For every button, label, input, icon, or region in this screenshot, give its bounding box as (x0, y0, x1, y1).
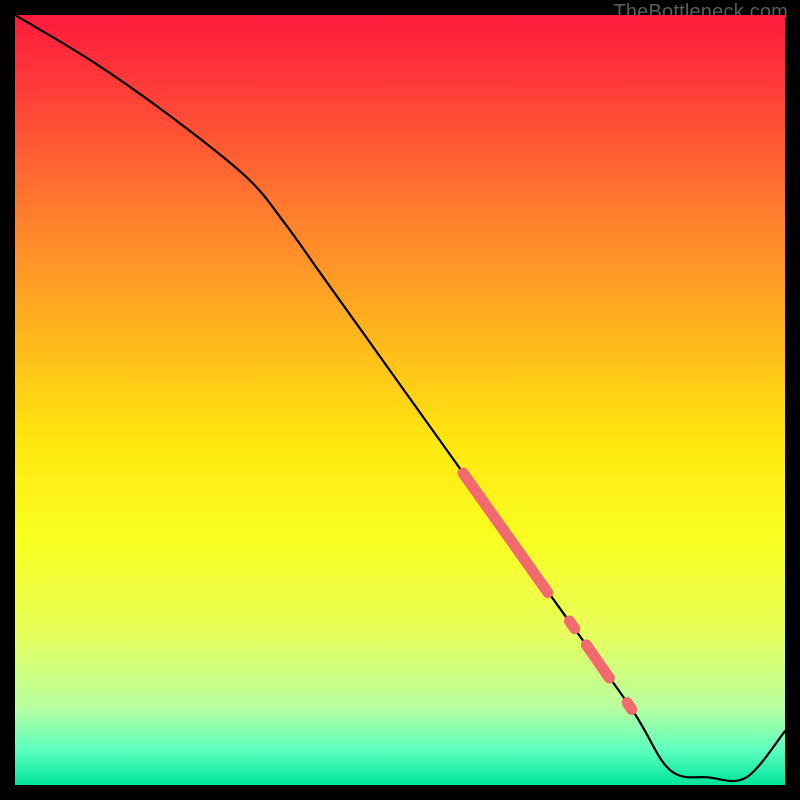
chart-frame: TheBottleneck.com (0, 0, 800, 800)
plot-area (15, 15, 785, 785)
highlight-segment (627, 703, 632, 710)
highlight-segment (569, 621, 574, 629)
chart-svg (15, 15, 785, 785)
gradient-background (15, 15, 785, 785)
